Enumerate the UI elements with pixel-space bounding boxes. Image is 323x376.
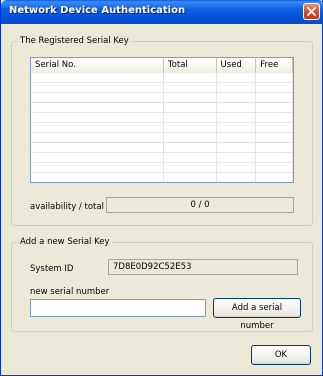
column-header-used[interactable]: Used xyxy=(216,58,257,73)
table-cell xyxy=(164,73,217,83)
table-cell xyxy=(217,163,257,173)
table-cell xyxy=(164,113,217,123)
table-cell xyxy=(31,93,164,103)
table-cell xyxy=(217,83,257,93)
table-cell xyxy=(256,163,293,173)
table-row xyxy=(31,73,293,83)
window-title: Network Device Authentication xyxy=(9,5,186,16)
table-cell xyxy=(31,113,164,123)
table-cell xyxy=(164,83,217,93)
table-cell xyxy=(31,83,164,93)
table-cell xyxy=(164,173,217,182)
table-cell xyxy=(217,153,257,163)
add-serial-button[interactable]: Add a serial number xyxy=(213,298,301,331)
table-cell xyxy=(256,113,293,123)
table-cell xyxy=(31,123,164,133)
table-cell xyxy=(217,113,257,123)
table-cell xyxy=(217,93,257,103)
table-row xyxy=(31,123,293,133)
table-row xyxy=(31,103,293,113)
table-cell xyxy=(256,123,293,133)
table-row xyxy=(31,113,293,123)
table-row xyxy=(31,153,293,163)
new-serial-input[interactable] xyxy=(30,299,206,317)
table-cell xyxy=(164,133,217,143)
add-key-group: Add a new Serial Key System ID 7D8E0D92C… xyxy=(11,237,313,332)
table-cell xyxy=(256,173,293,182)
table-row xyxy=(31,163,293,173)
table-cell xyxy=(31,73,164,83)
serial-key-list-header: Serial No. Total Used Free xyxy=(31,58,293,73)
column-header-free[interactable]: Free xyxy=(256,58,293,73)
table-cell xyxy=(31,153,164,163)
close-icon xyxy=(307,7,316,16)
table-cell xyxy=(217,143,257,153)
registered-key-group: The Registered Serial Key Serial No. Tot… xyxy=(11,36,313,226)
table-cell xyxy=(256,153,293,163)
table-cell xyxy=(31,173,164,182)
ok-button[interactable]: OK xyxy=(251,345,311,365)
table-cell xyxy=(256,103,293,113)
table-row xyxy=(31,173,293,182)
table-cell xyxy=(217,133,257,143)
table-cell xyxy=(217,103,257,113)
table-cell xyxy=(256,93,293,103)
serial-key-list-body xyxy=(31,73,293,182)
table-row xyxy=(31,133,293,143)
dialog-window: Network Device Authentication The Regist… xyxy=(0,0,323,376)
table-cell xyxy=(31,103,164,113)
table-cell xyxy=(31,163,164,173)
system-id-value: 7D8E0D92C52E53 xyxy=(108,259,298,275)
table-cell xyxy=(31,143,164,153)
close-button[interactable] xyxy=(303,3,320,20)
availability-label: availability / total xyxy=(30,202,104,212)
table-cell xyxy=(164,163,217,173)
table-cell xyxy=(256,143,293,153)
table-cell xyxy=(164,143,217,153)
registered-key-group-label: The Registered Serial Key xyxy=(18,36,131,46)
table-cell xyxy=(256,73,293,83)
add-key-group-label: Add a new Serial Key xyxy=(18,237,112,247)
table-row xyxy=(31,143,293,153)
availability-value: 0 / 0 xyxy=(106,197,294,213)
table-cell xyxy=(164,123,217,133)
table-cell xyxy=(217,123,257,133)
system-id-label: System ID xyxy=(30,264,74,274)
table-cell xyxy=(256,83,293,93)
table-cell xyxy=(31,133,164,143)
table-row xyxy=(31,83,293,93)
table-cell xyxy=(164,93,217,103)
column-header-total[interactable]: Total xyxy=(163,58,217,73)
column-header-serial-no[interactable]: Serial No. xyxy=(31,58,164,73)
table-cell xyxy=(256,133,293,143)
table-cell xyxy=(164,103,217,113)
new-serial-label: new serial number xyxy=(30,287,110,297)
table-cell xyxy=(164,153,217,163)
table-cell xyxy=(217,73,257,83)
table-row xyxy=(31,93,293,103)
serial-key-list[interactable]: Serial No. Total Used Free xyxy=(30,57,294,183)
title-bar[interactable]: Network Device Authentication xyxy=(1,0,323,24)
table-cell xyxy=(217,173,257,182)
